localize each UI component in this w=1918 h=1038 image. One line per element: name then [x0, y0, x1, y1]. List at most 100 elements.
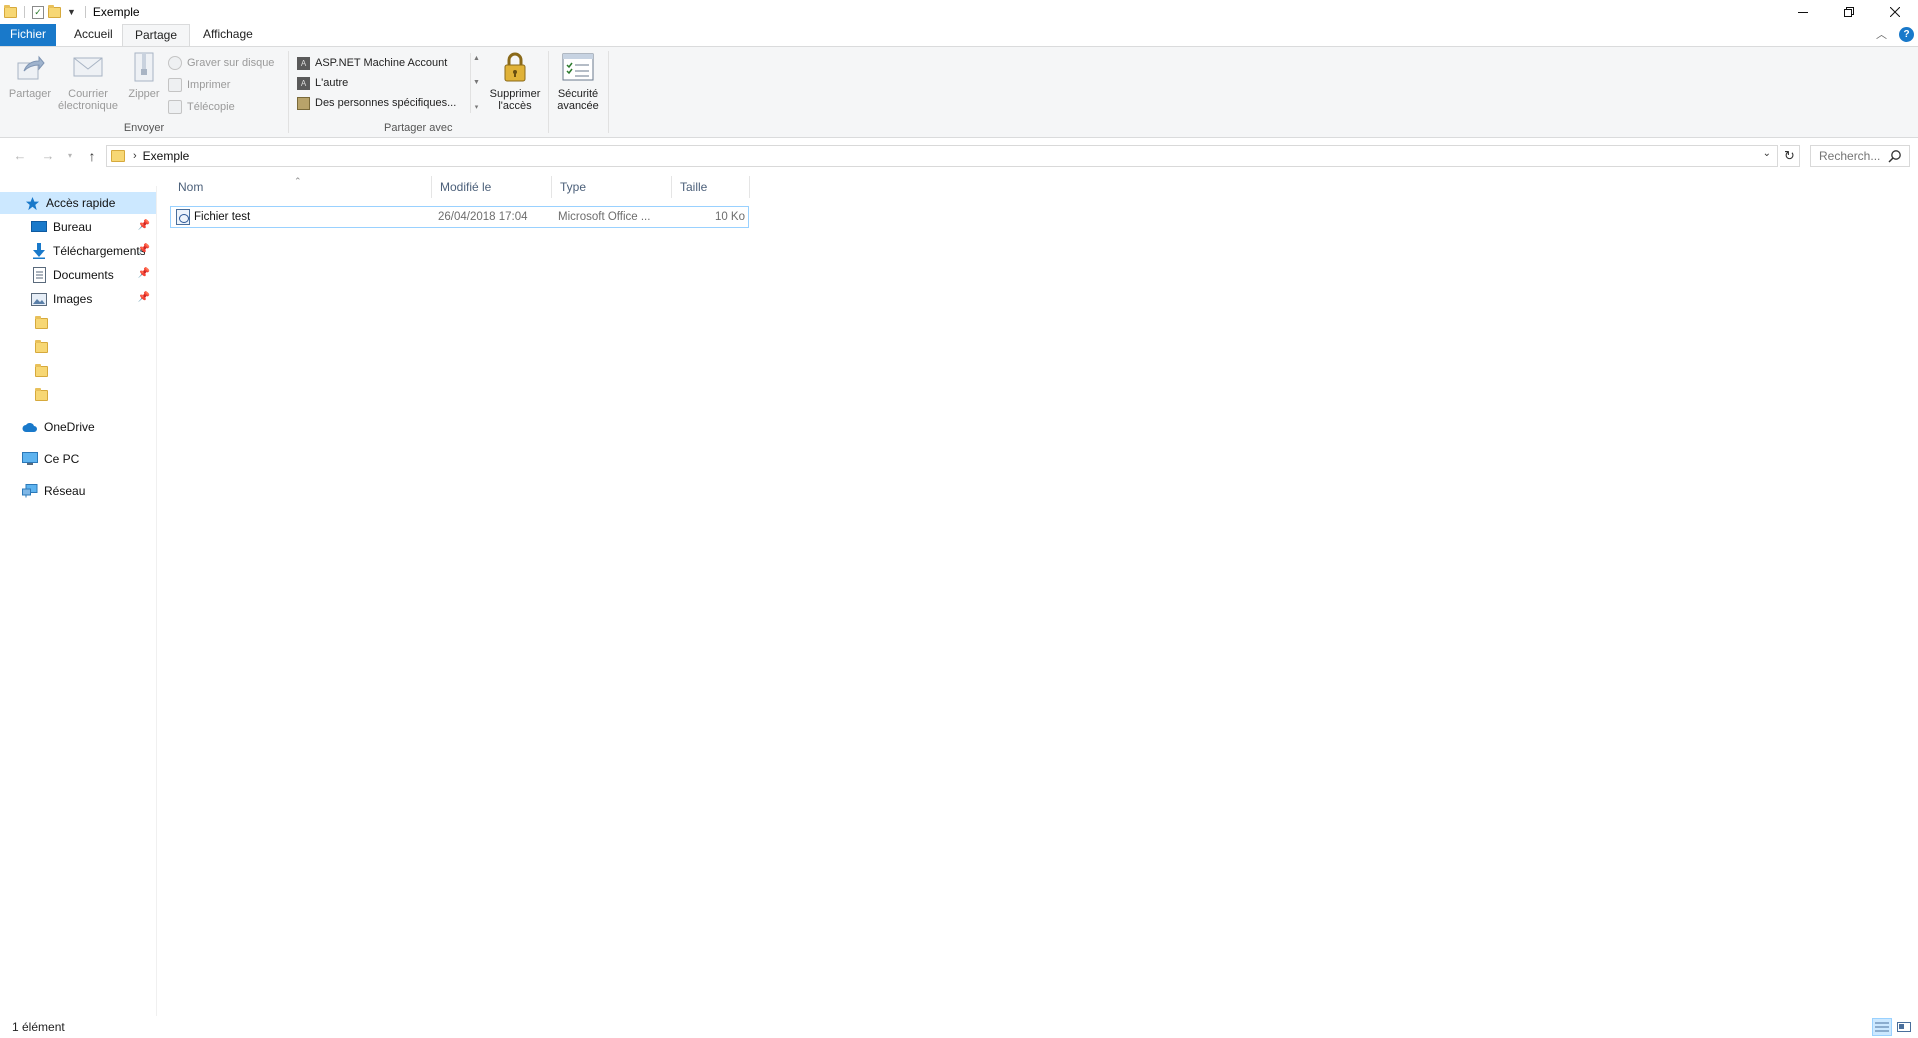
folder-icon [33, 387, 49, 403]
zip-icon [128, 51, 160, 83]
tab-accueil[interactable]: Accueil [62, 24, 125, 46]
column-header-modifie[interactable]: Modifié le [432, 176, 552, 198]
share-with-gallery: A ASP.NET Machine Account A L'autre Des … [294, 53, 482, 113]
telecopie-button[interactable]: Télécopie [168, 97, 235, 117]
pin-icon[interactable]: 📌 [138, 292, 150, 303]
up-button[interactable]: ↑ [82, 144, 102, 168]
close-icon [1890, 7, 1900, 17]
pin-icon[interactable]: 📌 [138, 244, 150, 255]
sidebar-item-folder[interactable] [0, 336, 156, 358]
sidebar-item-images[interactable]: Images 📌 [0, 288, 156, 310]
navigation-bar: ← → ▾ ↑ › Exemple ⌄ ↻ [0, 144, 1918, 168]
tab-affichage[interactable]: Affichage [191, 24, 265, 46]
column-header-label: Nom [178, 180, 204, 194]
address-bar[interactable]: › Exemple ⌄ [106, 145, 1778, 167]
details-view-button[interactable] [1872, 1018, 1892, 1036]
group-label-partager-avec: Partager avec [384, 122, 453, 134]
quick-access-toolbar: ✓ ▼ [0, 0, 89, 24]
minimize-button[interactable] [1780, 0, 1826, 24]
sidebar-item-folder[interactable] [0, 312, 156, 334]
back-button[interactable]: ← [10, 144, 30, 168]
securite-avancee-button[interactable]: Sécurité avancée [552, 51, 604, 112]
sidebar-item-acces-rapide[interactable]: Accès rapide [0, 192, 156, 214]
chevron-down-icon: ▾ [67, 151, 72, 160]
desktop-icon [31, 219, 47, 235]
title-bar: ✓ ▼ Exemple [0, 0, 1918, 24]
search-icon[interactable] [1888, 149, 1902, 163]
details-view-icon [1875, 1022, 1889, 1032]
column-header-taille[interactable]: Taille [672, 176, 750, 198]
download-icon [31, 243, 47, 259]
word-document-icon [176, 209, 190, 225]
share-icon [14, 51, 46, 83]
gallery-up-icon[interactable]: ▲ [473, 55, 480, 62]
sidebar-item-folder[interactable] [0, 384, 156, 406]
up-arrow-icon: ↑ [88, 148, 96, 164]
chevron-right-icon[interactable]: › [133, 150, 137, 162]
share-with-item[interactable]: Des personnes spécifiques... [294, 93, 482, 113]
cloud-icon [22, 419, 38, 435]
sidebar-item-label: Accès rapide [46, 196, 116, 210]
sidebar-item-reseau[interactable]: Réseau [0, 480, 156, 502]
forward-button[interactable]: → [38, 144, 58, 168]
pin-icon[interactable]: 📌 [138, 220, 150, 231]
restore-button[interactable] [1826, 0, 1872, 24]
close-button[interactable] [1872, 0, 1918, 24]
disc-icon [168, 56, 182, 70]
refresh-button[interactable]: ↻ [1780, 145, 1800, 167]
email-icon [72, 51, 104, 83]
sidebar-item-ce-pc[interactable]: Ce PC [0, 448, 156, 470]
breadcrumb-item[interactable]: Exemple [143, 149, 190, 163]
back-arrow-icon: ← [13, 148, 27, 163]
courrier-label-1: Courrier [68, 88, 108, 100]
lock-icon [499, 51, 531, 83]
group-envoyer: Partager Courrier électronique Zipper Gr… [0, 47, 288, 137]
new-folder-icon[interactable] [48, 4, 61, 18]
share-with-item[interactable]: A L'autre [294, 73, 482, 93]
gallery-more-icon[interactable]: ▾ [475, 103, 479, 111]
star-icon [24, 195, 40, 211]
pin-icon[interactable]: 📌 [138, 268, 150, 279]
folder-icon [4, 4, 17, 18]
window-title: Exemple [92, 5, 140, 19]
graver-button[interactable]: Graver sur disque [168, 53, 274, 73]
restore-icon [1844, 7, 1854, 17]
customize-toolbar-icon[interactable]: ▼ [65, 7, 78, 17]
sidebar-item-bureau[interactable]: Bureau 📌 [0, 216, 156, 238]
tab-fichier[interactable]: Fichier [0, 24, 56, 46]
supprimer-acces-button[interactable]: Supprimer l'accès [484, 51, 546, 112]
zipper-button[interactable]: Zipper [124, 51, 164, 100]
minimize-ribbon-icon[interactable]: ︿ [1876, 26, 1887, 42]
fax-icon [168, 100, 182, 114]
sidebar-item-folder[interactable] [0, 360, 156, 382]
file-name: Fichier test [194, 211, 251, 223]
file-size: 10 Ko [714, 211, 745, 223]
images-icon [31, 291, 47, 307]
minimize-icon [1798, 12, 1808, 13]
tab-partage[interactable]: Partage [122, 24, 191, 47]
properties-icon[interactable]: ✓ [32, 5, 44, 19]
large-icons-view-button[interactable] [1894, 1018, 1914, 1036]
courrier-button[interactable]: Courrier électronique [54, 51, 122, 112]
partager-button[interactable]: Partager [4, 51, 56, 100]
user-icon: A [297, 76, 310, 90]
address-dropdown-icon[interactable]: ⌄ [1763, 148, 1771, 159]
advanced-security-icon [562, 51, 594, 83]
documents-icon [31, 267, 47, 283]
securite-label-2: avancée [557, 100, 599, 112]
printer-icon [168, 78, 182, 92]
help-icon[interactable]: ? [1899, 26, 1914, 42]
courrier-label-2: électronique [58, 100, 118, 112]
column-header-type[interactable]: Type [552, 176, 672, 198]
column-header-nom[interactable]: Nom ⌃ [170, 176, 432, 198]
table-row[interactable]: Fichier test 26/04/2018 17:04 Microsoft … [170, 206, 749, 228]
sidebar-item-documents[interactable]: Documents 📌 [0, 264, 156, 286]
gallery-down-icon[interactable]: ▼ [473, 79, 480, 86]
sidebar-item-label: Documents [53, 268, 114, 282]
imprimer-button[interactable]: Imprimer [168, 75, 230, 95]
sidebar-item-telechargements[interactable]: Téléchargements 📌 [0, 240, 156, 262]
share-with-item[interactable]: A ASP.NET Machine Account [294, 53, 482, 73]
recent-locations-button[interactable]: ▾ [64, 144, 76, 168]
ribbon-partage: Partager Courrier électronique Zipper Gr… [0, 46, 1918, 138]
sidebar-item-onedrive[interactable]: OneDrive [0, 416, 156, 438]
